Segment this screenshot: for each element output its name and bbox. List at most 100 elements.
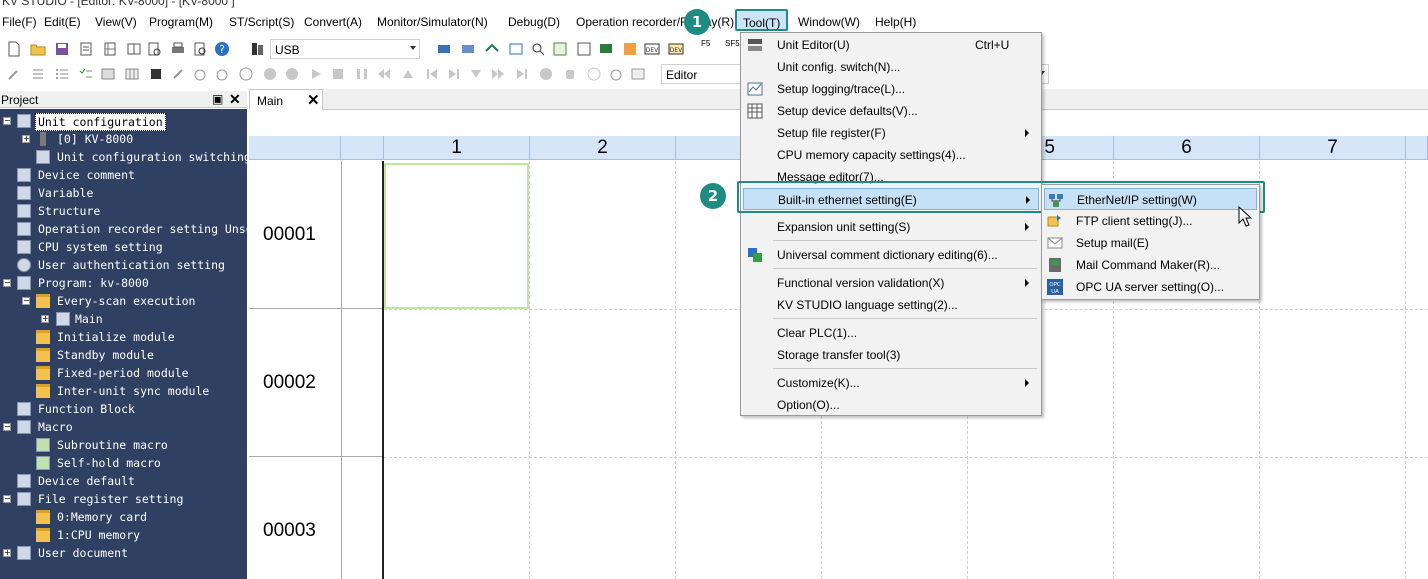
step-back-icon[interactable] (424, 66, 440, 82)
menu-item-cpu-memory[interactable]: CPU memory capacity settings(4)... (743, 144, 1039, 166)
menu-view[interactable]: View(V) (95, 15, 137, 29)
checklist-icon[interactable] (78, 66, 94, 82)
menu-window[interactable]: Window(W) (798, 15, 860, 29)
menu-item-setup-logging[interactable]: Setup logging/trace(L)... (743, 78, 1039, 100)
menu-item-comment-dictionary[interactable]: Universal comment dictionary editing(6).… (743, 244, 1039, 266)
menu-item-unit-config-switch[interactable]: Unit config. switch(N)... (743, 56, 1039, 78)
tree-item-macro[interactable]: − Macro (0, 418, 247, 436)
tree-item-operation-recorder[interactable]: Operation recorder setting Unset (0, 220, 247, 238)
print-icon[interactable] (170, 41, 186, 57)
screen-icon[interactable] (598, 41, 614, 57)
block-icon[interactable] (148, 66, 164, 82)
dev-icon[interactable]: DEV (644, 41, 660, 57)
step-down-icon[interactable] (468, 66, 484, 82)
menu-operation-recorder[interactable]: Operation recorder/Replay(R) (576, 15, 734, 29)
breakpoint-icon[interactable] (538, 66, 554, 82)
menu-file[interactable]: File(F) (2, 15, 37, 29)
page-search-icon[interactable] (146, 41, 162, 57)
tree-item-unit-config-switching[interactable]: Unit configuration switching (0, 148, 247, 166)
submenu-item-setup-mail[interactable]: Setup mail(E) (1044, 232, 1257, 254)
bullet-list-icon[interactable] (54, 66, 70, 82)
menu-program[interactable]: Program(M) (149, 15, 213, 29)
timer-set-icon[interactable] (214, 66, 230, 82)
menu-convert[interactable]: Convert(A) (304, 15, 362, 29)
record-icon[interactable] (262, 66, 278, 82)
collapse-icon[interactable]: − (3, 279, 11, 287)
fast-forward-icon[interactable] (490, 66, 506, 82)
menu-help[interactable]: Help(H) (875, 15, 916, 29)
dev-monitor-icon[interactable]: DEV (668, 41, 684, 57)
chart-icon[interactable] (552, 41, 568, 57)
read-icon[interactable] (460, 41, 476, 57)
submenu-item-ftp-client[interactable]: FTP client setting(J)... (1044, 210, 1257, 232)
collapse-icon[interactable]: − (22, 297, 30, 305)
collapse-icon[interactable]: − (3, 495, 11, 503)
edit-check-icon[interactable] (576, 41, 592, 57)
menu-item-device-defaults[interactable]: Setup device defaults(V)... (743, 100, 1039, 122)
hand-icon[interactable] (562, 66, 578, 82)
tab-main[interactable]: Main ✕ (249, 89, 323, 110)
row-number[interactable]: 00002 (249, 309, 341, 457)
expand-icon[interactable]: + (22, 135, 30, 143)
tree-item-cpu-memory[interactable]: 1:CPU memory (0, 526, 247, 544)
menu-item-clear-plc[interactable]: Clear PLC(1)... (743, 322, 1039, 344)
menu-item-customize[interactable]: Customize(K)... (743, 372, 1039, 394)
pen-icon[interactable] (6, 66, 22, 82)
record-alt-icon[interactable] (284, 66, 300, 82)
stop-icon[interactable] (330, 66, 346, 82)
submenu-item-mail-command-maker[interactable]: Mail Command Maker(R)... (1044, 254, 1257, 276)
tree-item-self-hold-macro[interactable]: Self-hold macro (0, 454, 247, 472)
tool-icon[interactable] (170, 66, 186, 82)
tree-item-function-block[interactable]: Function Block (0, 400, 247, 418)
tree-item-device-default[interactable]: Device default (0, 472, 247, 490)
tree-item-standby-module[interactable]: Standby module (0, 346, 247, 364)
skip-icon[interactable] (514, 66, 530, 82)
menu-item-option[interactable]: Option(O)... (743, 394, 1039, 416)
compare-icon[interactable] (126, 41, 142, 57)
collapse-icon[interactable]: − (3, 423, 11, 431)
close-tab-button[interactable]: ✕ (307, 91, 320, 109)
tree-item-cpu-system[interactable]: CPU system setting (0, 238, 247, 256)
tree-item-fixed-period-module[interactable]: Fixed-period module (0, 364, 247, 382)
tree-item-subroutine-macro[interactable]: Subroutine macro (0, 436, 247, 454)
scan-time-icon[interactable] (586, 66, 602, 82)
tree-item-program[interactable]: − Program: kv-8000 (0, 274, 247, 292)
menu-item-storage-transfer[interactable]: Storage transfer tool(3) (743, 344, 1039, 366)
tree-item-unit-configuration[interactable]: − Unit configuration (0, 112, 247, 131)
new-file-icon[interactable] (6, 41, 22, 57)
tree-item-file-register[interactable]: − File register setting (0, 490, 247, 508)
connection-select[interactable]: USB (270, 39, 420, 59)
row-number[interactable]: 00003 (249, 457, 341, 579)
tree-item-inter-unit-sync[interactable]: Inter-unit sync module (0, 382, 247, 400)
timer-icon[interactable] (192, 66, 208, 82)
collapse-icon[interactable]: − (3, 117, 11, 125)
transfer-icon[interactable] (436, 41, 452, 57)
menu-item-expansion-unit[interactable]: Expansion unit setting(S) (743, 216, 1039, 238)
expand-icon[interactable]: + (3, 549, 11, 557)
close-panel-button[interactable]: ✕ (229, 91, 241, 108)
print-preview-icon[interactable] (192, 41, 208, 57)
submenu-item-opc-ua[interactable]: OPC UA OPC UA server setting(O)... (1044, 276, 1257, 298)
pin-icon[interactable]: ▣ (212, 92, 223, 106)
tree-item-variable[interactable]: Variable (0, 184, 247, 202)
play-icon[interactable] (308, 66, 324, 82)
page-icon[interactable] (78, 41, 94, 57)
list-icon[interactable] (30, 66, 46, 82)
tree-item-memory-card[interactable]: 0:Memory card (0, 508, 247, 526)
clock-icon[interactable] (238, 66, 254, 82)
tree-item-user-document[interactable]: + User document (0, 544, 247, 562)
open-folder-icon[interactable] (30, 41, 46, 57)
menu-debug[interactable]: Debug(D) (508, 15, 560, 29)
write-icon[interactable] (484, 41, 500, 57)
menu-st-script[interactable]: ST/Script(S) (229, 15, 294, 29)
menu-monitor-simulator[interactable]: Monitor/Simulator(N) (377, 15, 488, 29)
menu-tool[interactable]: Tool(T) (735, 9, 789, 31)
menu-edit[interactable]: Edit(E) (44, 15, 81, 29)
grid-icon[interactable] (124, 66, 140, 82)
monitor-search-icon[interactable] (530, 41, 546, 57)
step-up-icon[interactable] (400, 66, 416, 82)
tree-item-kv8000[interactable]: + [0] KV-8000 (0, 130, 247, 148)
plc-icon[interactable] (250, 41, 266, 57)
page-grid-icon[interactable] (102, 41, 118, 57)
step-forward-icon[interactable] (446, 66, 462, 82)
